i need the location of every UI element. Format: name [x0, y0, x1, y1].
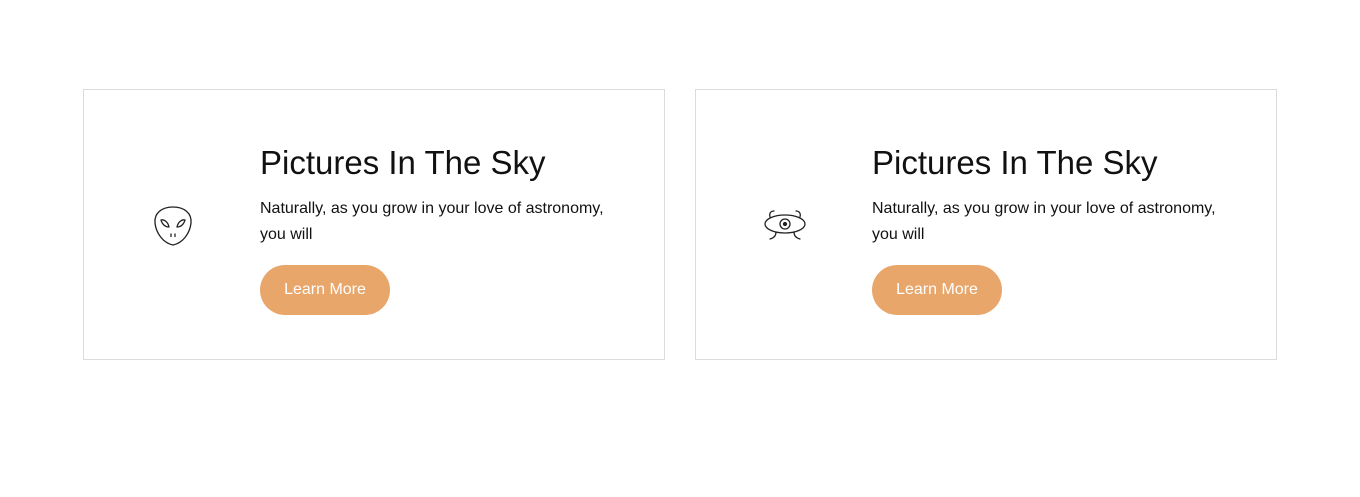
card-description: Naturally, as you grow in your love of a…: [872, 200, 1216, 243]
card-body: Pictures In The Sky Naturally, as you gr…: [260, 144, 630, 315]
feature-card: Pictures In The Sky Naturally, as you gr…: [695, 89, 1277, 360]
learn-more-button[interactable]: Learn More: [872, 265, 1002, 315]
feature-card: Pictures In The Sky Naturally, as you gr…: [83, 89, 665, 360]
learn-more-button[interactable]: Learn More: [260, 265, 390, 315]
feature-cards: Pictures In The Sky Naturally, as you gr…: [83, 89, 1277, 360]
alien-head-icon: [150, 203, 196, 249]
card-body: Pictures In The Sky Naturally, as you gr…: [872, 144, 1242, 315]
card-title: Pictures In The Sky: [872, 144, 1158, 181]
one-eyed-alien-icon: [762, 203, 808, 249]
card-title: Pictures In The Sky: [260, 144, 546, 181]
card-description: Naturally, as you grow in your love of a…: [260, 200, 604, 243]
